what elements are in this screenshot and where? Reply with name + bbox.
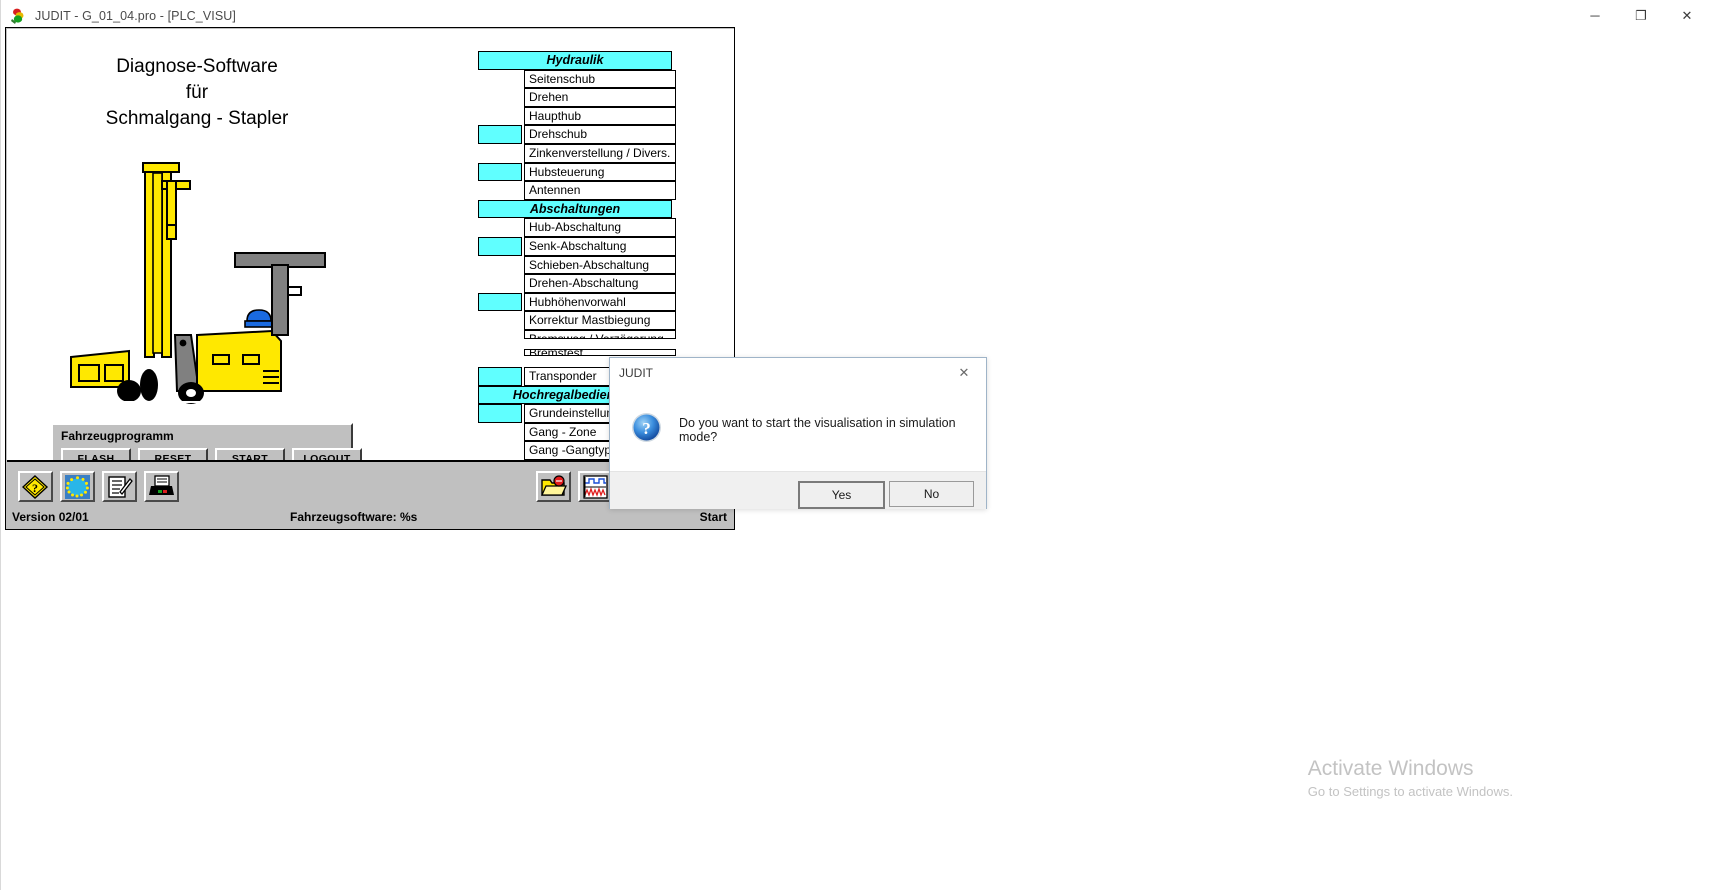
menu-item-label[interactable]: Drehen-Abschaltung	[524, 274, 676, 293]
status-lamp	[478, 292, 522, 312]
menu-item-label[interactable]: Seitenschub	[524, 69, 676, 89]
page-title: Diagnose-Software für Schmalgang - Stapl…	[47, 54, 347, 132]
menu-item-label[interactable]: Antennen	[524, 181, 676, 200]
svg-text:?: ?	[642, 419, 651, 438]
flash-button[interactable]: FLASH	[61, 448, 131, 460]
window-controls: ─ ❐ ✕	[1572, 0, 1709, 31]
status-lamp	[478, 181, 522, 200]
simulation-mode-dialog: JUDIT ✕ ? Do you want to start the visua…	[609, 357, 987, 509]
printer-icon[interactable]	[144, 471, 179, 502]
trace-chart-icon[interactable]	[578, 471, 613, 502]
menu-item-label[interactable]: Schieben-Abschaltung	[524, 255, 676, 275]
dialog-footer: Yes No	[610, 471, 986, 509]
menu-item-label[interactable]: Drehen	[524, 88, 676, 107]
menu-row-haupthub[interactable]: Haupthub	[478, 106, 676, 126]
menu-row-korrektur-mastbiegung[interactable]: Korrektur Mastbiegung	[478, 311, 676, 330]
heading-line-1: Diagnose-Software	[116, 56, 278, 77]
status-lamp	[478, 274, 522, 293]
status-bar: Version 02/01 Fahrzeugsoftware: %s Start	[7, 507, 734, 529]
status-lamp	[478, 460, 522, 462]
menu-item-label[interactable]: Zinkenverstellung / Divers.	[524, 143, 676, 163]
status-lamp	[478, 330, 522, 349]
status-version: Version 02/01	[12, 510, 89, 524]
status-lamp	[478, 349, 522, 368]
menu-row-senk-abschaltung[interactable]: Senk-Abschaltung	[478, 236, 676, 256]
menu-row-bremsweg-verzoegerung[interactable]: Bremsweg / Verzögerung	[478, 329, 676, 349]
status-lamp	[478, 125, 522, 144]
fahrzeugprogramm-panel: Fahrzeugprogramm FLASH RESET START LOGOU…	[51, 423, 362, 460]
menu-item-label[interactable]: Haupthub	[524, 106, 676, 126]
heading-line-3: Schmalgang - Stapler	[105, 108, 289, 129]
status-lamp	[478, 88, 522, 107]
help-icon[interactable]: ?	[18, 471, 53, 502]
menu-row-hub-abschaltung[interactable]: Hub-Abschaltung	[478, 218, 676, 237]
activate-windows-watermark: Activate Windows Go to Settings to activ…	[1308, 756, 1513, 802]
status-lamp	[478, 236, 522, 256]
menu-item-label[interactable]: Bremsweg / Verzögerung	[524, 329, 676, 339]
dialog-message: Do you want to start the visualisation i…	[679, 415, 956, 444]
status-lamp	[478, 441, 522, 460]
menu-row-schieben-abschaltung[interactable]: Schieben-Abschaltung	[478, 255, 676, 275]
status-lamp	[478, 256, 522, 275]
menu-item-label[interactable]: Senk-Abschaltung	[524, 236, 676, 256]
menu-row-drehen[interactable]: Drehen	[478, 88, 676, 107]
judit-traffic-light-icon	[10, 7, 28, 25]
question-mark-icon: ?	[631, 412, 662, 448]
fahrzeugprogramm-buttons: FLASH RESET START LOGOUT	[61, 448, 362, 460]
status-vehicle-software: Fahrzeugsoftware: %s	[290, 510, 418, 524]
status-lamp	[478, 107, 522, 126]
dialog-title: JUDIT	[619, 366, 653, 380]
menu-item-label[interactable]: Hubsteuerung	[524, 162, 676, 182]
os-window: JUDIT - G_01_04.pro - [PLC_VISU] ─ ❐ ✕ D…	[0, 0, 1709, 890]
notes-edit-icon[interactable]	[102, 471, 137, 502]
menu-item-label[interactable]: Bremstest	[524, 348, 676, 356]
menu-row-antennen[interactable]: Antennen	[478, 181, 676, 200]
status-lamp	[478, 162, 522, 182]
window-title: JUDIT - G_01_04.pro - [PLC_VISU]	[35, 8, 236, 23]
maximize-button[interactable]: ❐	[1618, 0, 1664, 31]
watermark-subtitle: Go to Settings to activate Windows.	[1307, 784, 1513, 799]
status-lamp	[478, 404, 522, 423]
logout-button[interactable]: LOGOUT	[292, 448, 362, 460]
close-button[interactable]: ✕	[1664, 0, 1709, 31]
dialog-no-button[interactable]: No	[889, 481, 974, 507]
fahrzeugprogramm-title: Fahrzeugprogramm	[61, 429, 174, 443]
menu-row-hubsteuerung[interactable]: Hubsteuerung	[478, 162, 676, 182]
menu-item-label[interactable]: Hubhöhenvorwahl	[524, 292, 676, 312]
reset-button[interactable]: RESET	[138, 448, 208, 460]
status-lamp	[478, 218, 522, 237]
menu-row-seitenschub[interactable]: Seitenschub	[478, 69, 676, 89]
menu-item-label[interactable]: Drehschub	[524, 125, 676, 144]
open-folder-icon[interactable]	[536, 471, 571, 502]
menu-header-hydraulik: Hydraulik	[478, 51, 672, 70]
svg-text:?: ?	[32, 481, 38, 495]
status-state: Start	[699, 510, 727, 524]
minimize-button[interactable]: ─	[1572, 0, 1618, 31]
status-lamp	[478, 311, 522, 330]
heading-line-2: für	[185, 82, 209, 103]
menu-row-drehschub[interactable]: Drehschub	[478, 125, 676, 144]
language-globe-icon[interactable]	[60, 471, 95, 502]
status-lamp	[478, 70, 522, 89]
menu-row-hubhoehenvorwahl[interactable]: Hubhöhenvorwahl	[478, 292, 676, 312]
menu-header-abschaltungen: Abschaltungen	[478, 199, 672, 219]
dialog-yes-button[interactable]: Yes	[798, 481, 885, 509]
start-button[interactable]: START	[215, 448, 285, 460]
status-lamp	[478, 144, 522, 163]
watermark-title: Activate Windows	[1307, 757, 1474, 780]
menu-item-label[interactable]: Hub-Abschaltung	[524, 218, 676, 237]
menu-row-drehen-abschaltung[interactable]: Drehen-Abschaltung	[478, 274, 676, 293]
dialog-titlebar: JUDIT ✕	[610, 358, 986, 388]
menu-row-zinkenverstellung[interactable]: Zinkenverstellung / Divers.	[478, 143, 676, 163]
dialog-close-icon[interactable]: ✕	[942, 358, 986, 388]
status-lamp	[478, 423, 522, 442]
dialog-body: ? Do you want to start the visualisation…	[610, 388, 986, 471]
forklift-reach-truck-illustration	[67, 159, 327, 404]
status-lamp	[478, 367, 522, 386]
menu-item-label[interactable]: Korrektur Mastbiegung	[524, 311, 676, 330]
